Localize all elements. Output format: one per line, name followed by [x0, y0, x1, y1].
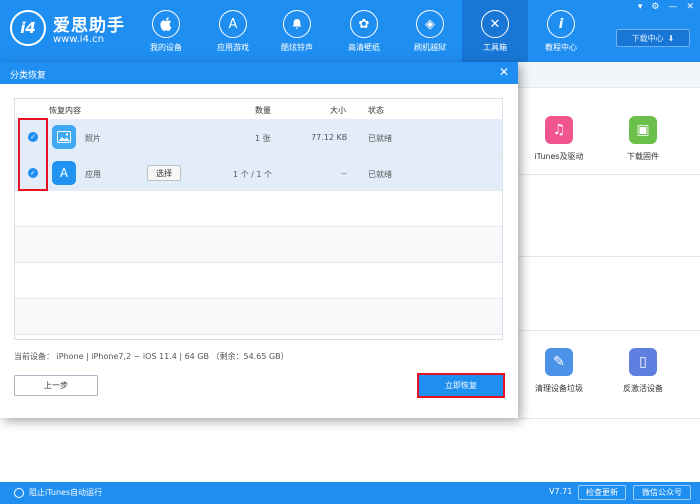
row-size: -- — [341, 169, 347, 178]
table-row-empty — [15, 227, 502, 263]
nav-label: 酷炫铃声 — [281, 43, 313, 52]
shirt-icon[interactable]: ▾ — [638, 2, 643, 12]
dialog-title: 分类恢复 — [10, 71, 47, 81]
row-count: 1 个 / 1 个 — [233, 170, 273, 179]
info-icon: i — [547, 10, 575, 38]
tool-deactivate[interactable]: ▯ 反激活设备 — [608, 348, 678, 394]
app-store-icon: A — [219, 10, 247, 38]
brand-name: 爱思助手 — [53, 16, 125, 36]
tool-label: 反激活设备 — [623, 384, 663, 393]
download-center-button[interactable]: 下载中心 ⬇ — [616, 29, 690, 47]
tool-itunes-driver[interactable]: ♫ iTunes及驱动 — [524, 116, 594, 162]
table-row-empty — [15, 299, 502, 335]
apple-icon — [152, 10, 180, 38]
table-row-empty — [15, 191, 502, 227]
nav-label: 高清壁纸 — [348, 43, 380, 52]
broom-icon: ✎ — [545, 348, 573, 376]
close-icon[interactable]: ✕ — [499, 65, 509, 79]
nav-flash-jailbreak[interactable]: ◈ 刷机越狱 — [397, 0, 463, 62]
radio-icon[interactable] — [14, 487, 24, 498]
row-name: 应用 — [85, 170, 101, 179]
divider — [518, 256, 700, 257]
restore-now-button[interactable]: 立即恢复 — [417, 373, 505, 398]
row-name: 照片 — [85, 134, 101, 143]
dialog-header: 分类恢复 ✕ — [0, 62, 518, 84]
status-bar: 阻止iTunes自动运行 V7.71 检查更新 微信公众号 — [0, 482, 700, 504]
nav-ringtones[interactable]: 酷炫铃声 — [264, 0, 330, 62]
arrow-down-icon: ⬇ — [667, 33, 675, 43]
table-row-apps[interactable]: ✓ A 应用 选择 1 个 / 1 个 -- 已就绪 — [15, 155, 502, 191]
wechat-account-button[interactable]: 微信公众号 — [633, 485, 691, 500]
settings-icon[interactable]: ⚙ — [651, 2, 659, 12]
divider — [518, 174, 700, 175]
toolbox-header-band — [518, 62, 700, 88]
nav-my-device[interactable]: 我的设备 — [133, 0, 199, 62]
phone-icon: ▯ — [629, 348, 657, 376]
column-status: 状态 — [368, 106, 384, 115]
select-apps-button[interactable]: 选择 — [147, 165, 181, 181]
table-row-empty — [15, 263, 502, 299]
check-update-button[interactable]: 检查更新 — [578, 485, 626, 500]
i4-logo: i4 — [10, 10, 46, 46]
tool-label: 下载固件 — [627, 152, 659, 161]
divider — [518, 418, 700, 419]
column-count: 数量 — [255, 106, 271, 115]
table-row-photos[interactable]: ✓ 照片 1 张 77.12 KB 已就绪 — [15, 119, 502, 155]
restore-table: 恢复内容 数量 大小 状态 ✓ 照片 1 张 77.12 KB 已就绪 ✓ A … — [14, 98, 503, 340]
nav-apps-games[interactable]: A 应用游戏 — [200, 0, 266, 62]
photo-icon — [52, 125, 76, 149]
close-window-icon[interactable]: ✕ — [686, 2, 694, 12]
nav-label: 刷机越狱 — [414, 43, 446, 52]
app-store-icon: A — [52, 161, 76, 185]
tool-download-firmware[interactable]: ▣ 下载固件 — [608, 116, 678, 162]
flower-icon: ✿ — [350, 10, 378, 38]
divider — [518, 330, 700, 331]
category-restore-dialog: 分类恢复 ✕ 恢复内容 数量 大小 状态 ✓ 照片 1 张 77.12 KB 已… — [0, 62, 518, 418]
row-status: 已就绪 — [368, 170, 392, 179]
highlight-box-checkboxes — [18, 118, 48, 191]
version-label: V7.71 — [549, 487, 573, 496]
previous-step-button[interactable]: 上一步 — [14, 375, 98, 396]
column-size: 大小 — [330, 106, 346, 115]
itunes-music-icon: ♫ — [545, 116, 573, 144]
itunes-autorun-label: 阻止iTunes自动运行 — [29, 488, 103, 497]
tool-label: 清理设备垃圾 — [535, 384, 583, 393]
device-info: 当前设备： iPhone | iPhone7,2 ~ iOS 11.4 | 64… — [14, 352, 289, 361]
nav-label: 我的设备 — [150, 43, 182, 52]
minimize-icon[interactable]: — — [668, 2, 677, 12]
box-icon: ◈ — [416, 10, 444, 38]
tool-label: iTunes及驱动 — [534, 152, 584, 161]
tools-icon: ✕ — [481, 10, 509, 38]
top-bar: i4 爱思助手 www.i4.cn 我的设备 A 应用游戏 酷炫铃声 ✿ 高清壁… — [0, 0, 700, 62]
row-size: 77.12 KB — [311, 133, 348, 142]
nav-wallpapers[interactable]: ✿ 高清壁纸 — [331, 0, 397, 62]
bell-icon — [283, 10, 311, 38]
cube-icon: ▣ — [629, 116, 657, 144]
row-status: 已就绪 — [368, 134, 392, 143]
nav-label: 工具箱 — [483, 43, 507, 52]
block-itunes-autorun-toggle[interactable]: 阻止iTunes自动运行 — [14, 487, 102, 498]
nav-label: 教程中心 — [545, 43, 577, 52]
nav-toolbox[interactable]: ✕ 工具箱 — [462, 0, 528, 62]
row-count: 1 张 — [255, 134, 271, 143]
table-header: 恢复内容 数量 大小 状态 — [15, 99, 502, 119]
nav-tutorials[interactable]: i 教程中心 — [528, 0, 594, 62]
download-center-label: 下载中心 — [631, 33, 664, 43]
brand-url: www.i4.cn — [53, 34, 104, 45]
tool-clean-junk[interactable]: ✎ 清理设备垃圾 — [524, 348, 594, 394]
column-content: 恢复内容 — [49, 106, 81, 115]
window-controls: ▾ ⚙ — ✕ — [638, 2, 694, 12]
nav-label: 应用游戏 — [217, 43, 249, 52]
